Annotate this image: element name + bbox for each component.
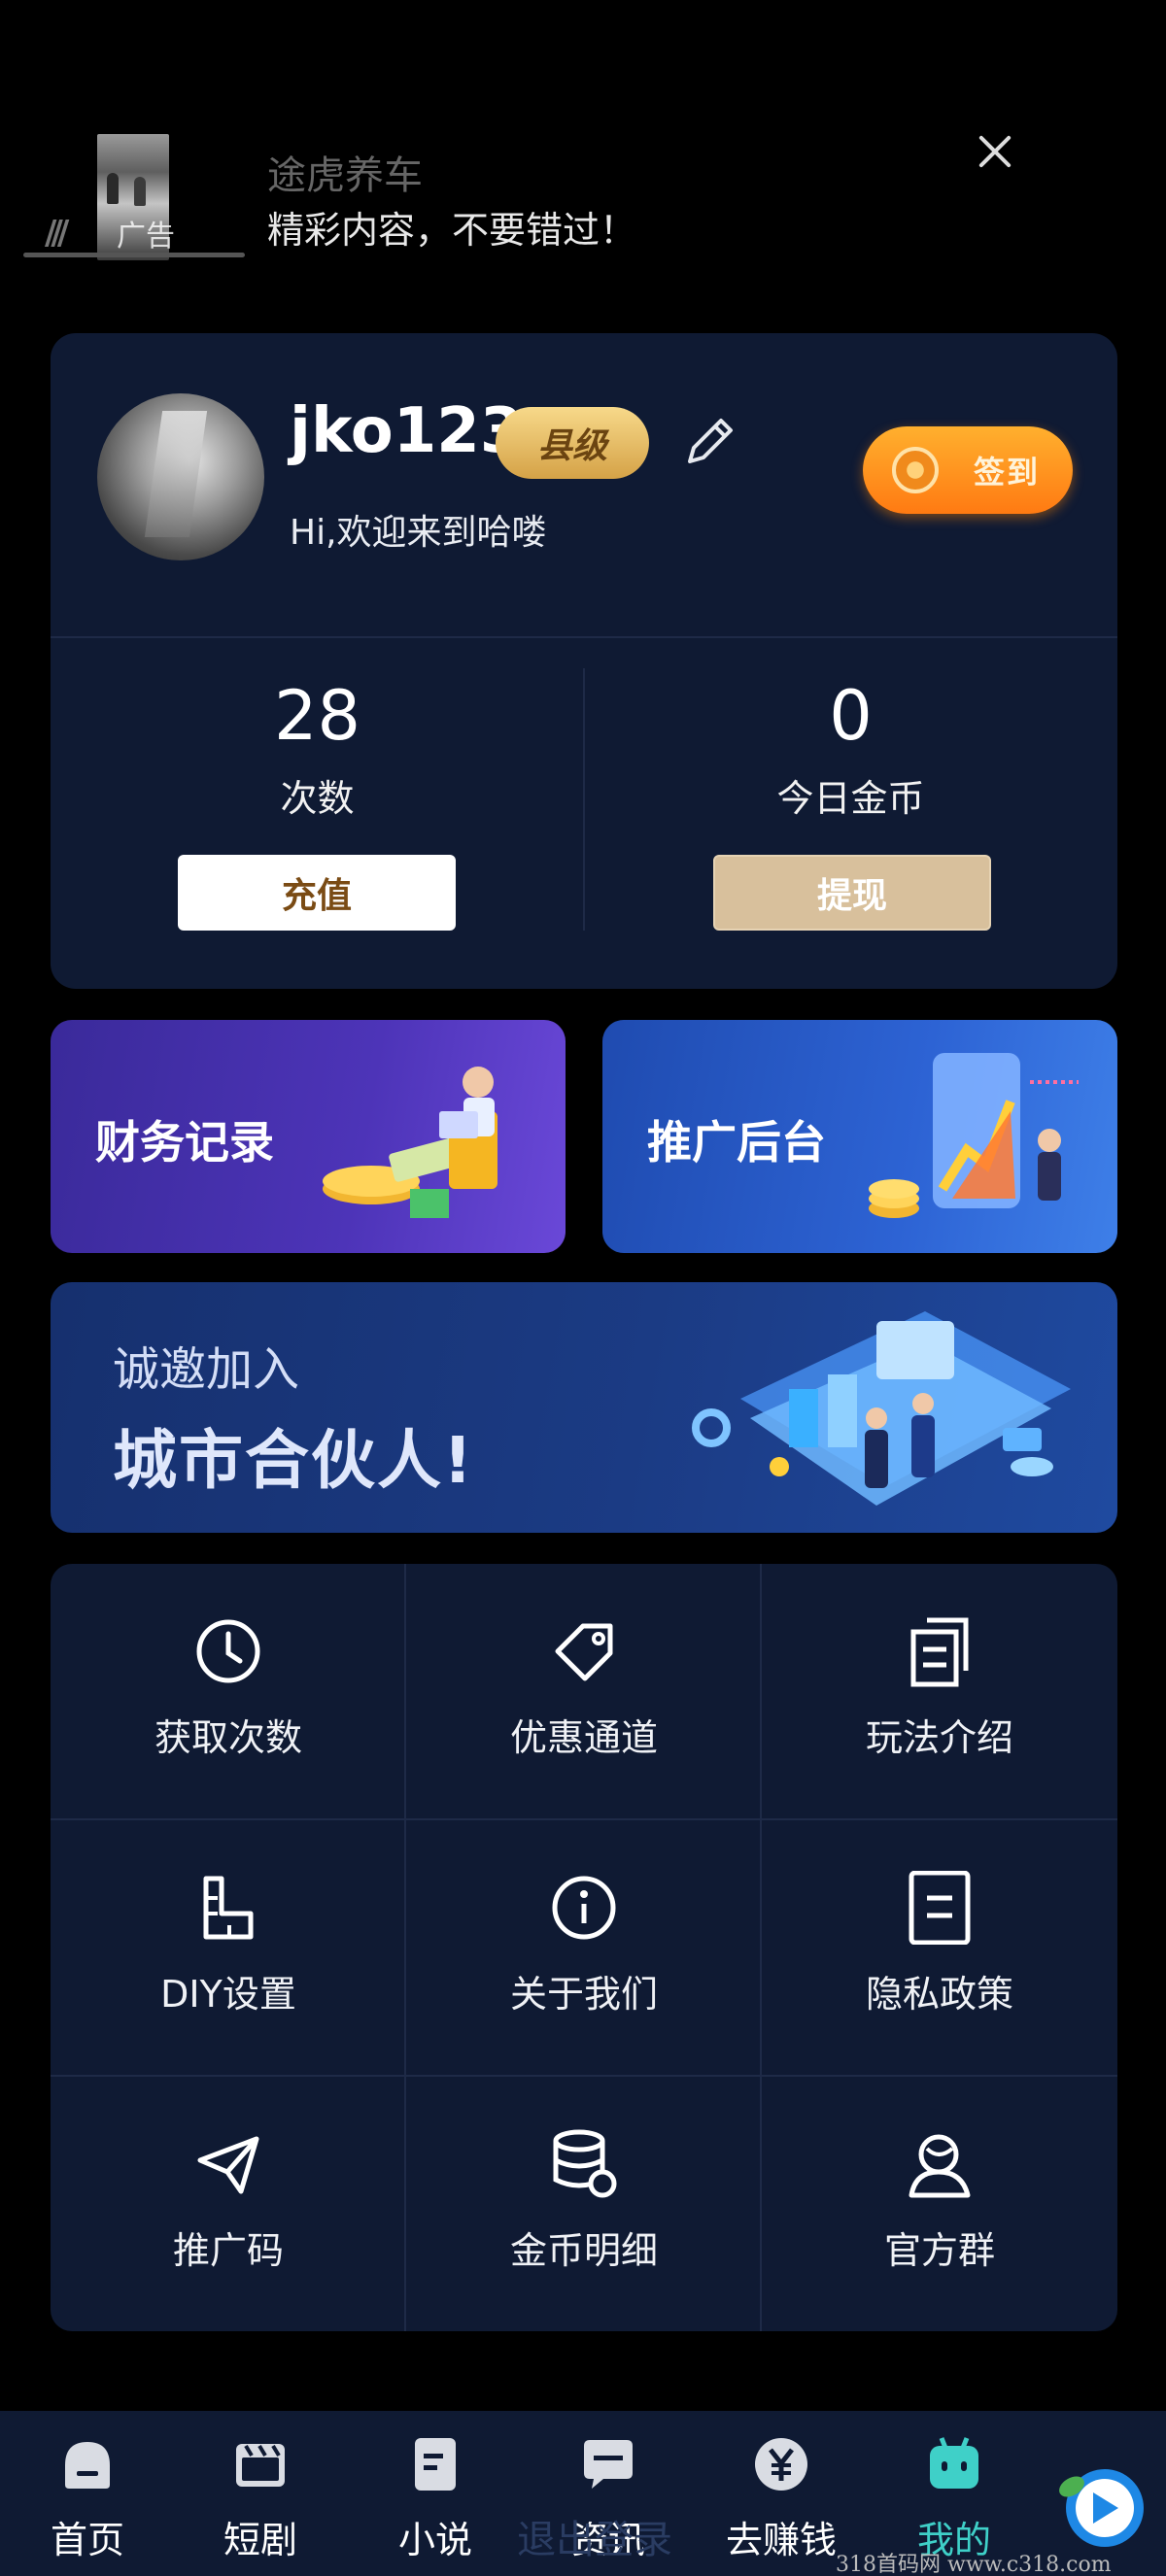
count-value: 28 xyxy=(273,676,361,756)
tab-label: 首页 xyxy=(50,2519,124,2561)
robot-icon xyxy=(930,2437,978,2489)
tab-mine[interactable]: 我的 xyxy=(896,2436,1012,2563)
menu-label: 推广码 xyxy=(172,2229,284,2272)
username: jko123 xyxy=(290,395,524,467)
chat-icon xyxy=(584,2440,633,2489)
tab-label: 去赚钱 xyxy=(725,2519,837,2561)
menu-about-us[interactable]: 关于我们 xyxy=(406,1820,762,2076)
ad-tag: 广告 xyxy=(117,220,175,254)
count-label: 次数 xyxy=(280,777,355,820)
promotion-illustration xyxy=(869,1053,1079,1218)
divider xyxy=(51,636,1117,638)
partner-illustration xyxy=(692,1311,1071,1506)
level-badge: 县级 xyxy=(496,407,649,479)
ad-description: 精彩内容，不要错过！ xyxy=(267,209,637,252)
tab-home[interactable]: 首页 xyxy=(29,2436,146,2563)
menu-official-group[interactable]: 官方群 xyxy=(762,2077,1117,2331)
finance-illustration xyxy=(323,1067,497,1218)
ad-logo-icon: /// xyxy=(45,214,69,253)
tag-icon xyxy=(555,1623,613,1681)
menu-get-count[interactable]: 获取次数 xyxy=(51,1564,406,1819)
logout-text[interactable]: 退出登录 xyxy=(517,2508,672,2564)
promotion-backend-label: 推广后台 xyxy=(647,1116,826,1169)
tab-earn-money[interactable]: 去赚钱 xyxy=(723,2436,840,2563)
menu-label: DIY设置 xyxy=(160,1973,296,2016)
ad-title: 途虎养车 xyxy=(267,153,423,198)
pencil-icon[interactable] xyxy=(678,411,740,473)
city-partner-banner[interactable]: 诚邀加入 城市合伙人! xyxy=(51,1282,1117,1533)
partner-title: 城市合伙人! xyxy=(113,1423,475,1498)
watermark: 318首码网 www.c318.com xyxy=(836,2553,1112,2576)
tab-label: 短剧 xyxy=(223,2519,297,2561)
finance-records-banner[interactable]: 财务记录 xyxy=(51,1020,566,1253)
home-icon xyxy=(65,2442,110,2489)
sign-in-button[interactable]: 签到 xyxy=(863,426,1073,514)
coins-label: 今日金币 xyxy=(776,777,925,820)
menu-label: 官方群 xyxy=(883,2229,995,2272)
menu-label: 关于我们 xyxy=(509,1973,658,2016)
diy-icon xyxy=(203,1876,254,1940)
tab-short-drama[interactable]: 短剧 xyxy=(202,2436,319,2563)
stat-coins: 0 今日金币 xyxy=(584,663,1117,822)
finance-records-label: 财务记录 xyxy=(95,1116,274,1169)
tab-label: 小说 xyxy=(397,2519,472,2561)
menu-gameplay-intro[interactable]: 玩法介绍 xyxy=(762,1564,1117,1819)
recharge-button[interactable]: 充值 xyxy=(178,855,456,931)
menu-label: 获取次数 xyxy=(154,1716,302,1759)
floating-play-icon[interactable] xyxy=(1054,2457,1151,2555)
profile-card: jko123 县级 Hi,欢迎来到哈喽 签到 28 次数 0 今日金币 充值 提… xyxy=(51,333,1117,989)
book-icon xyxy=(415,2438,456,2491)
sign-in-label: 签到 xyxy=(974,454,1041,491)
feature-grid: 获取次数 优惠通道 玩法介绍 DIY设置 关于我们 隐私政策 推广码 金币明细 … xyxy=(51,1564,1117,2331)
partner-subtitle: 诚邀加入 xyxy=(113,1342,300,1397)
clapperboard-icon xyxy=(236,2444,285,2487)
menu-coin-details[interactable]: 金币明细 xyxy=(406,2077,762,2331)
document-icon xyxy=(909,1871,971,1945)
stat-count: 28 次数 xyxy=(51,663,584,822)
coin-icon xyxy=(892,447,939,493)
group-icon xyxy=(909,2134,971,2198)
menu-diy-settings[interactable]: DIY设置 xyxy=(51,1820,406,2076)
tab-novel[interactable]: 小说 xyxy=(377,2436,494,2563)
yen-coin-icon xyxy=(755,2438,807,2491)
menu-label: 金币明细 xyxy=(509,2229,658,2272)
paper-plane-icon xyxy=(197,2136,259,2194)
info-icon xyxy=(552,1876,616,1940)
coins-value: 0 xyxy=(829,676,873,756)
menu-discount-channel[interactable]: 优惠通道 xyxy=(406,1564,762,1819)
clock-icon xyxy=(196,1619,260,1683)
menu-label: 玩法介绍 xyxy=(865,1716,1013,1759)
menu-promo-code[interactable]: 推广码 xyxy=(51,2077,406,2331)
close-icon[interactable] xyxy=(972,128,1018,175)
document-copy-icon xyxy=(910,1617,969,1687)
promotion-backend-banner[interactable]: 推广后台 xyxy=(602,1020,1117,1253)
menu-label: 优惠通道 xyxy=(509,1716,658,1759)
avatar[interactable] xyxy=(97,393,264,560)
coins-stack-icon xyxy=(553,2129,617,2198)
withdraw-button[interactable]: 提现 xyxy=(713,855,991,931)
menu-label: 隐私政策 xyxy=(865,1973,1013,2016)
welcome-text: Hi,欢迎来到哈喽 xyxy=(290,513,547,553)
menu-privacy-policy[interactable]: 隐私政策 xyxy=(762,1820,1117,2076)
